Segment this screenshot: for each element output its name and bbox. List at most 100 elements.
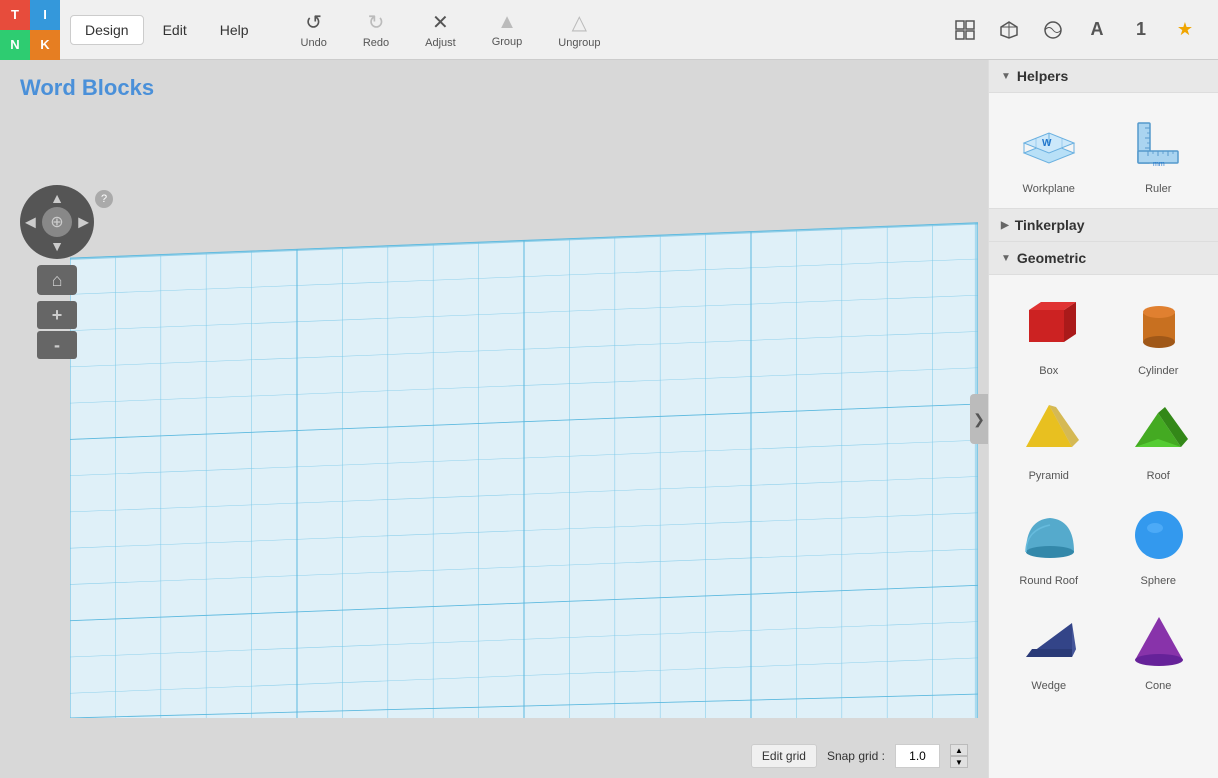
tinkerplay-label: Tinkerplay bbox=[1015, 217, 1085, 233]
zoom-out-button[interactable]: - bbox=[37, 331, 77, 359]
sphere-shape-item[interactable]: Sphere bbox=[1104, 490, 1214, 595]
box-view-icon bbox=[999, 20, 1019, 40]
text-button[interactable]: A bbox=[1079, 12, 1115, 48]
undo-button[interactable]: ↺ Undo bbox=[293, 6, 335, 53]
helpers-label: Helpers bbox=[1017, 68, 1068, 84]
collapse-panel-button[interactable]: ❯ bbox=[970, 394, 988, 444]
nav-center[interactable]: ⊕ bbox=[42, 207, 72, 237]
geometric-header[interactable]: ▼ Geometric bbox=[989, 242, 1218, 275]
undo-label: Undo bbox=[301, 37, 327, 49]
logo-k: K bbox=[30, 30, 60, 60]
cylinder-svg bbox=[1123, 290, 1193, 360]
adjust-button[interactable]: ✕ Adjust bbox=[417, 6, 464, 53]
zoom-in-button[interactable]: + bbox=[37, 301, 77, 329]
helpers-arrow: ▼ bbox=[1001, 71, 1011, 82]
svg-text:mm: mm bbox=[1153, 161, 1165, 168]
roof-shape-item[interactable]: Roof bbox=[1104, 385, 1214, 490]
3d-grid[interactable] bbox=[70, 205, 978, 718]
snap-grid-input[interactable] bbox=[895, 744, 940, 768]
logo-i: I bbox=[30, 0, 60, 30]
round-roof-svg bbox=[1014, 500, 1084, 570]
adjust-icon: ✕ bbox=[432, 10, 449, 35]
group-button[interactable]: ▲ Group bbox=[484, 7, 531, 52]
round-roof-label: Round Roof bbox=[1019, 575, 1078, 587]
menu-help[interactable]: Help bbox=[206, 16, 263, 44]
geometric-grid: Box Cylinder Py bbox=[989, 275, 1218, 705]
project-title: Word Blocks bbox=[20, 75, 154, 101]
home-view-button[interactable]: ⌂ bbox=[37, 265, 77, 295]
cylinder-shape-item[interactable]: Cylinder bbox=[1104, 280, 1214, 385]
menu-edit[interactable]: Edit bbox=[149, 16, 201, 44]
snap-grid-stepper: ▲ ▼ bbox=[950, 744, 968, 768]
right-toolbar: A 1 ★ bbox=[932, 12, 1218, 48]
group-icon: ▲ bbox=[497, 11, 517, 34]
adjust-label: Adjust bbox=[425, 37, 456, 49]
nav-center-dot: ⊕ bbox=[50, 212, 63, 232]
group-label: Group bbox=[492, 36, 523, 48]
geometric-section: ▼ Geometric Box bbox=[989, 242, 1218, 705]
tinkerplay-arrow: ▶ bbox=[1001, 220, 1009, 231]
grid-view-button[interactable] bbox=[947, 12, 983, 48]
shape-view-icon bbox=[1043, 20, 1063, 40]
tinkerplay-section: ▶ Tinkerplay bbox=[989, 209, 1218, 242]
bottom-bar: Edit grid Snap grid : ▲ ▼ bbox=[751, 744, 968, 768]
cone-shape-item[interactable]: Cone bbox=[1104, 595, 1214, 700]
cone-svg bbox=[1123, 605, 1193, 675]
nav-right-arrow: ▶ bbox=[78, 214, 89, 231]
menu-bar: Design Edit Help bbox=[60, 15, 273, 45]
shape-view-button[interactable] bbox=[1035, 12, 1071, 48]
roof-svg bbox=[1123, 395, 1193, 465]
logo-t: T bbox=[0, 0, 30, 30]
box-view-button[interactable] bbox=[991, 12, 1027, 48]
pyramid-shape-item[interactable]: Pyramid bbox=[994, 385, 1104, 490]
ungroup-button[interactable]: △ Ungroup bbox=[550, 6, 608, 53]
box-svg bbox=[1014, 290, 1084, 360]
wedge-shape-item[interactable]: Wedge bbox=[994, 595, 1104, 700]
grid-icon bbox=[955, 20, 975, 40]
ungroup-label: Ungroup bbox=[558, 37, 600, 49]
help-button[interactable]: ? bbox=[95, 190, 113, 208]
canvas-area[interactable]: Word Blocks ? ▲ ▼ ◀ ▶ ⊕ ⌂ + - bbox=[0, 60, 988, 778]
cylinder-label: Cylinder bbox=[1138, 365, 1178, 377]
nav-left-arrow: ◀ bbox=[25, 214, 36, 231]
menu-design[interactable]: Design bbox=[70, 15, 144, 45]
nav-ring[interactable]: ▲ ▼ ◀ ▶ ⊕ bbox=[20, 185, 94, 259]
right-panel: ▼ Helpers bbox=[988, 60, 1218, 778]
tinkercad-logo[interactable]: T I N K bbox=[0, 0, 60, 60]
favorites-button[interactable]: ★ bbox=[1167, 12, 1203, 48]
helpers-grid: W Workplane bbox=[989, 93, 1218, 208]
geometric-label: Geometric bbox=[1017, 250, 1086, 266]
helpers-header[interactable]: ▼ Helpers bbox=[989, 60, 1218, 93]
workplane-item[interactable]: W Workplane bbox=[994, 98, 1104, 203]
snap-grid-label: Snap grid : bbox=[827, 749, 885, 763]
tinkerplay-header[interactable]: ▶ Tinkerplay bbox=[989, 209, 1218, 241]
nav-down-arrow: ▼ bbox=[50, 238, 64, 254]
ungroup-icon: △ bbox=[572, 10, 587, 35]
round-roof-shape-item[interactable]: Round Roof bbox=[994, 490, 1104, 595]
nav-up-arrow: ▲ bbox=[50, 190, 64, 206]
ruler-item[interactable]: mm Ruler bbox=[1104, 98, 1214, 203]
cone-label: Cone bbox=[1145, 680, 1171, 692]
ruler-shape: mm bbox=[1123, 108, 1193, 178]
edit-grid-button[interactable]: Edit grid bbox=[751, 744, 817, 768]
sphere-label: Sphere bbox=[1141, 575, 1176, 587]
main-content: Word Blocks ? ▲ ▼ ◀ ▶ ⊕ ⌂ + - bbox=[0, 60, 1218, 778]
number-button[interactable]: 1 bbox=[1123, 12, 1159, 48]
box-shape-item[interactable]: Box bbox=[994, 280, 1104, 385]
ruler-label: Ruler bbox=[1145, 183, 1171, 195]
snap-grid-decrement[interactable]: ▼ bbox=[950, 756, 968, 768]
wedge-svg bbox=[1014, 605, 1084, 675]
snap-grid-increment[interactable]: ▲ bbox=[950, 744, 968, 756]
box-label: Box bbox=[1039, 365, 1058, 377]
pyramid-svg bbox=[1014, 395, 1084, 465]
sphere-svg bbox=[1123, 500, 1193, 570]
svg-text:W: W bbox=[1042, 138, 1052, 149]
pyramid-label: Pyramid bbox=[1029, 470, 1069, 482]
redo-button[interactable]: ↻ Redo bbox=[355, 6, 397, 53]
helpers-section: ▼ Helpers bbox=[989, 60, 1218, 209]
undo-icon: ↺ bbox=[305, 10, 322, 35]
roof-label: Roof bbox=[1147, 470, 1170, 482]
redo-label: Redo bbox=[363, 37, 389, 49]
wedge-label: Wedge bbox=[1031, 680, 1066, 692]
grid-svg bbox=[70, 205, 978, 718]
